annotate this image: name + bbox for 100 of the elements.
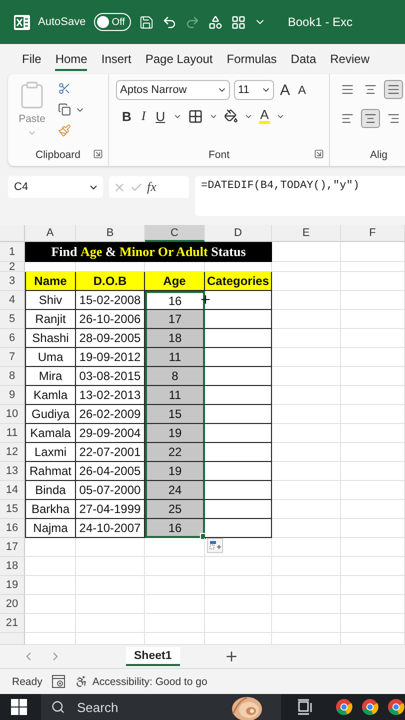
empty-cell	[341, 538, 405, 557]
empty-cell	[145, 595, 205, 614]
launcher-icon[interactable]	[314, 149, 324, 159]
row-number[interactable]: 3	[0, 272, 25, 291]
save-icon[interactable]	[138, 14, 154, 30]
align-center-icon[interactable]	[361, 109, 380, 128]
menu-tab[interactable]: Home	[55, 48, 88, 70]
empty-cell	[341, 481, 405, 500]
table-cell: 22-07-2001	[76, 443, 145, 462]
align-bottom-icon[interactable]	[384, 80, 403, 99]
underline-button[interactable]: U	[154, 108, 168, 124]
empty-cell	[341, 614, 405, 633]
italic-button[interactable]: I	[139, 108, 148, 124]
table-cell: Kamala	[25, 424, 76, 443]
empty-cell	[341, 272, 405, 291]
column-header[interactable]: A	[25, 225, 76, 242]
status-mode: Ready	[12, 676, 42, 688]
font-color-button[interactable]: A	[259, 108, 270, 124]
undo-icon[interactable]	[162, 14, 177, 30]
spreadsheet-icon[interactable]	[14, 14, 30, 30]
row-number[interactable]: 16	[0, 519, 25, 538]
table-cell: 19	[145, 462, 205, 481]
table-cell: 05-07-2000	[76, 481, 145, 500]
row-number[interactable]: 19	[0, 576, 25, 595]
column-header[interactable]: C	[145, 225, 205, 242]
task-view-icon[interactable]	[297, 699, 313, 715]
grow-font-button[interactable]: A	[278, 82, 292, 98]
menu-tab[interactable]: File	[22, 48, 42, 70]
font-select[interactable]: Aptos Narrow	[116, 80, 230, 100]
menu-tab[interactable]: Data	[290, 48, 316, 70]
empty-cell	[341, 500, 405, 519]
menu-tab[interactable]: Insert	[101, 48, 132, 70]
empty-cell	[341, 443, 405, 462]
function-label[interactable]: fx	[147, 179, 156, 195]
grid-icon[interactable]	[230, 14, 246, 30]
row-number[interactable]: 4	[0, 291, 25, 310]
table-cell: 28-09-2005	[76, 329, 145, 348]
row-number[interactable]: 12	[0, 443, 25, 462]
table-cell: 29-09-2004	[76, 424, 145, 443]
empty-cell	[145, 576, 205, 595]
browser-icon[interactable]	[361, 698, 379, 716]
row-number[interactable]: 6	[0, 329, 25, 348]
bold-button[interactable]: B	[120, 108, 134, 124]
menu-tab[interactable]: Review	[330, 48, 370, 70]
row-number[interactable]: 17	[0, 538, 25, 557]
accessibility-status[interactable]: Accessibility: Good to go	[92, 676, 208, 688]
sheet-tab[interactable]: Sheet1	[126, 647, 180, 666]
empty-cell	[145, 614, 205, 633]
scissors-icon[interactable]	[58, 82, 71, 95]
empty-cell	[272, 262, 341, 272]
row-number[interactable]: 15	[0, 500, 25, 519]
windows-icon[interactable]	[11, 699, 27, 715]
row-number[interactable]: 9	[0, 386, 25, 405]
column-header[interactable]: E	[272, 225, 341, 242]
row-number[interactable]: 8	[0, 367, 25, 386]
row-number[interactable]: 7	[0, 348, 25, 367]
row-number[interactable]: 14	[0, 481, 25, 500]
header-cell: Categories	[205, 272, 272, 291]
row-number[interactable]: 2	[0, 262, 25, 272]
search-field[interactable]: Search	[75, 698, 189, 716]
row-number[interactable]: 10	[0, 405, 25, 424]
brush-icon[interactable]	[58, 124, 71, 137]
add-sheet-icon[interactable]	[224, 649, 239, 664]
row-number[interactable]: 11	[0, 424, 25, 443]
table-cell: Uma	[25, 348, 76, 367]
macro-record-icon[interactable]	[52, 675, 66, 688]
empty-cell	[76, 614, 145, 633]
font-size-select[interactable]: 11	[234, 80, 274, 100]
borders-icon[interactable]	[188, 108, 204, 124]
table-cell: Gudiya	[25, 405, 76, 424]
row-number[interactable]: 13	[0, 462, 25, 481]
shrink-font-button[interactable]: A	[296, 83, 308, 97]
header-cell: Age	[145, 272, 205, 291]
row-number[interactable]: 5	[0, 310, 25, 329]
copy-icon[interactable]	[58, 103, 71, 116]
shapes-icon[interactable]	[208, 14, 223, 30]
row-number[interactable]: 21	[0, 614, 25, 633]
row-number[interactable]: 18	[0, 557, 25, 576]
empty-cell	[341, 462, 405, 481]
launcher-icon[interactable]	[93, 149, 103, 159]
row-number[interactable]: 1	[0, 242, 25, 262]
autosave-toggle[interactable]: Off	[94, 13, 131, 31]
browser-icon[interactable]	[387, 698, 405, 716]
row-number[interactable]: 20	[0, 595, 25, 614]
group-label: Alig	[370, 149, 388, 161]
title-cell: Find Age & Minor Or Adult Status	[25, 242, 272, 262]
formula-field[interactable]: =DATEDIF(B4,TODAY(),"y")	[195, 176, 405, 216]
accessibility-icon[interactable]	[75, 675, 88, 688]
quick-analysis-icon[interactable]	[207, 538, 223, 553]
browser-icon[interactable]	[335, 698, 353, 716]
menu-tab[interactable]: Formulas	[226, 48, 277, 70]
menu-tab[interactable]: Page Layout	[145, 48, 213, 70]
table-cell: 27-04-1999	[76, 500, 145, 519]
fill-color-icon[interactable]	[224, 109, 238, 123]
empty-cell	[341, 405, 405, 424]
column-header[interactable]: F	[341, 225, 405, 242]
name-box[interactable]: C4	[8, 176, 103, 198]
search-bar[interactable]: Search	[41, 694, 281, 720]
column-header[interactable]: B	[76, 225, 145, 242]
column-header[interactable]: D	[205, 225, 272, 242]
